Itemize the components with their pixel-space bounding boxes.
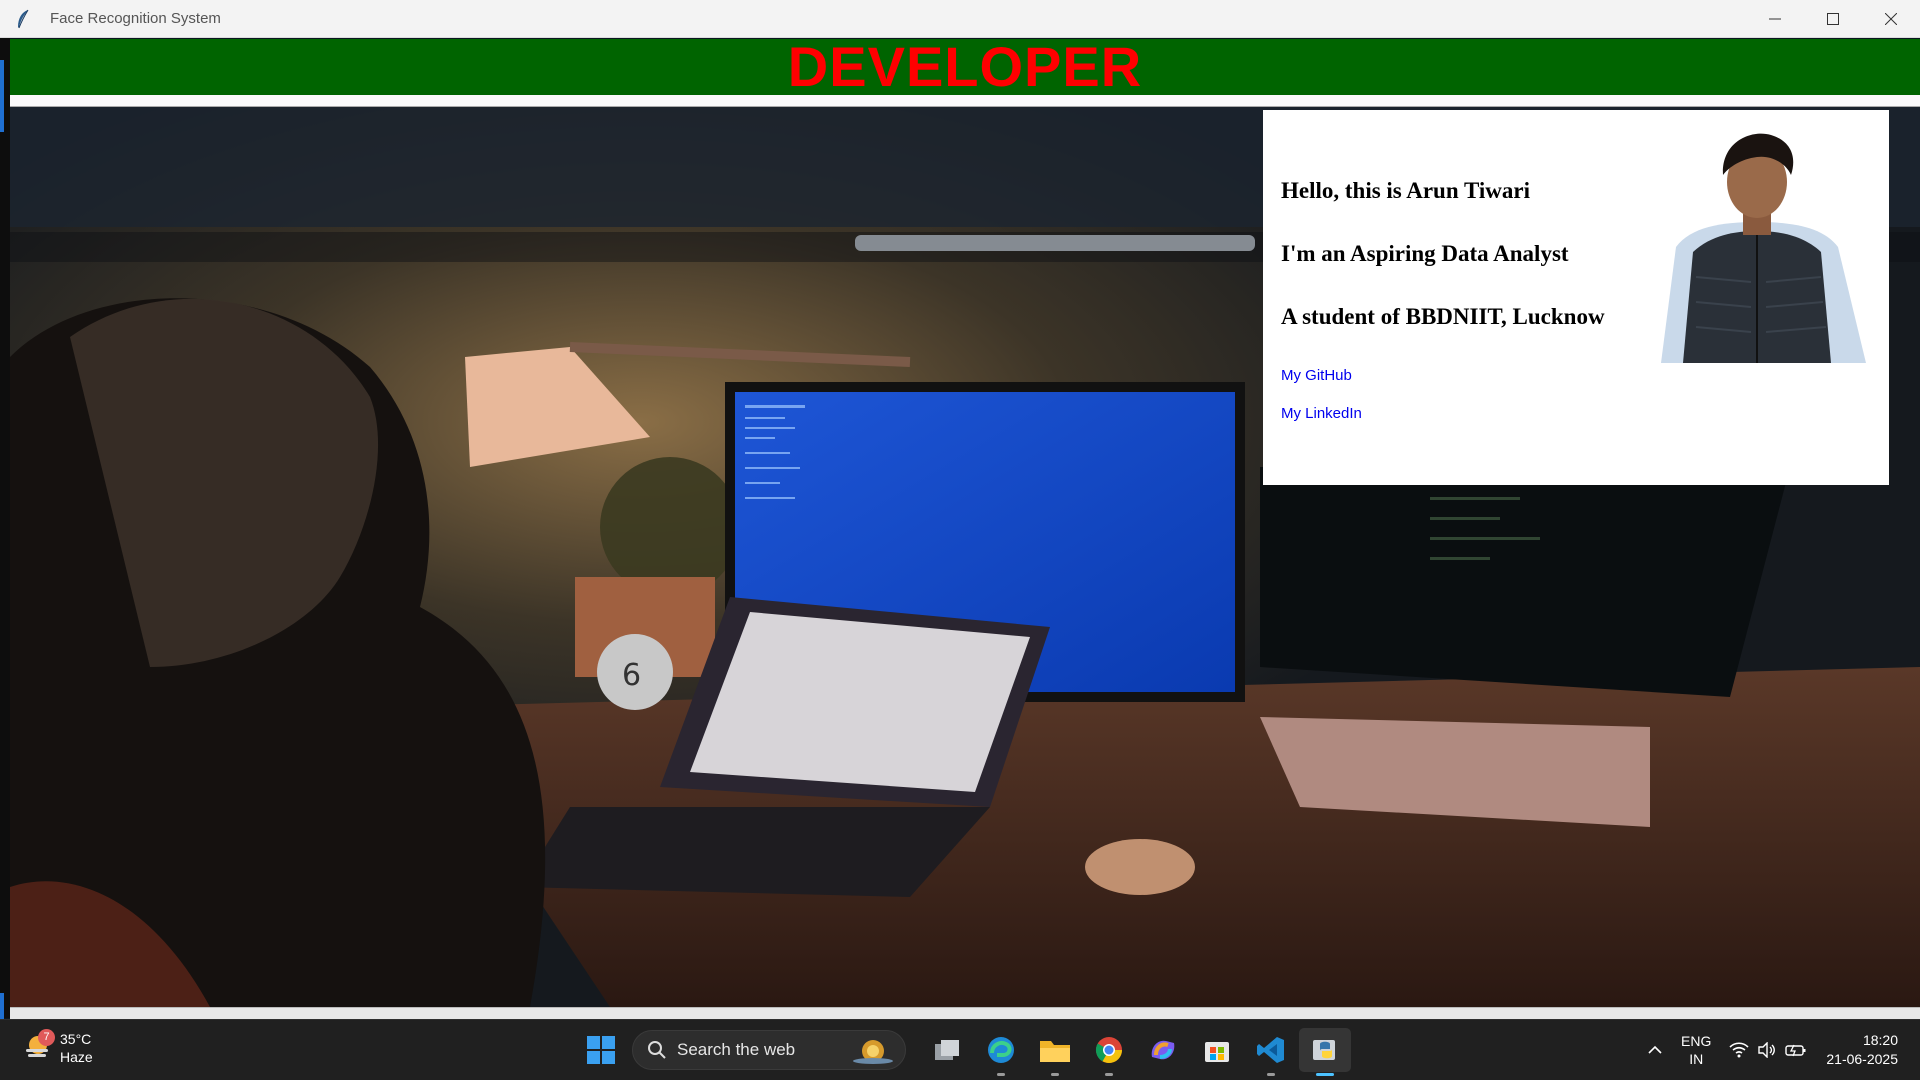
page-title: DEVELOPER: [787, 35, 1143, 98]
edge-icon: [988, 1037, 1014, 1063]
linkedin-link[interactable]: My LinkedIn: [1281, 405, 1362, 422]
task-view-button[interactable]: [921, 1028, 973, 1072]
battery-icon: [1785, 1044, 1806, 1057]
taskbar-clock[interactable]: 18:20 21-06-2025: [1826, 1031, 1898, 1069]
weather-widget[interactable]: 7 35°C Haze: [22, 1028, 93, 1066]
taskbar: 7 35°C Haze Search the web ENG IN 18:20 …: [0, 1019, 1920, 1080]
file-explorer-icon: [1040, 1041, 1070, 1062]
minimize-button[interactable]: [1746, 0, 1804, 38]
weather-condition: Haze: [60, 1049, 93, 1065]
search-placeholder: Search the web: [677, 1040, 796, 1059]
intro-role: I'm an Aspiring Data Analyst: [1281, 241, 1569, 266]
feather-icon: [16, 9, 46, 29]
clock-time: 18:20: [1862, 1032, 1898, 1048]
svg-text:6: 6: [622, 658, 641, 693]
search-highlight-icon: [853, 1040, 893, 1064]
chevron-up-icon: [1648, 1045, 1662, 1054]
store-button[interactable]: [1191, 1028, 1243, 1072]
maximize-icon: [1827, 13, 1839, 25]
chrome-button[interactable]: [1083, 1028, 1135, 1076]
left-window-edge: [0, 38, 10, 1023]
copilot-button[interactable]: [1137, 1028, 1189, 1072]
language-indicator[interactable]: ENG IN: [1681, 1032, 1711, 1068]
bottom-divider: [10, 1007, 1920, 1019]
network-volume-battery-group[interactable]: [1729, 1042, 1807, 1058]
volume-icon: [1758, 1042, 1776, 1058]
weather-icon: 7: [22, 1028, 55, 1066]
minimize-icon: [1769, 18, 1781, 20]
chrome-icon: [1095, 1037, 1123, 1064]
window-titlebar: Face Recognition System: [0, 0, 1920, 38]
developer-info-card: Hello, this is Arun Tiwari I'm an Aspiri…: [1263, 110, 1889, 485]
store-icon: [1205, 1042, 1229, 1062]
copilot-icon: [1151, 1040, 1175, 1060]
wifi-icon: [1729, 1042, 1749, 1058]
intro-name: Hello, this is Arun Tiwari: [1281, 178, 1531, 203]
edge-button[interactable]: [975, 1028, 1027, 1076]
vscode-button[interactable]: [1245, 1028, 1297, 1076]
language-region: IN: [1689, 1051, 1704, 1067]
language-code: ENG: [1681, 1033, 1712, 1049]
search-icon: [648, 1041, 666, 1059]
task-view-icon: [935, 1040, 959, 1060]
weather-badge: 7: [38, 1028, 55, 1046]
vscode-icon: [1257, 1037, 1284, 1063]
github-link[interactable]: My GitHub: [1281, 367, 1352, 384]
header-bar: DEVELOPER: [10, 39, 1920, 95]
maximize-button[interactable]: [1804, 0, 1862, 38]
windows-icon: [587, 1036, 615, 1064]
python-icon: [1313, 1040, 1335, 1060]
intro-college: A student of BBDNIIT, Lucknow: [1281, 304, 1605, 329]
show-hidden-icons-button[interactable]: [1647, 1045, 1663, 1055]
taskbar-search[interactable]: Search the web: [632, 1030, 906, 1070]
window-title: Face Recognition System: [50, 10, 221, 27]
python-app-button[interactable]: [1299, 1028, 1351, 1076]
file-explorer-button[interactable]: [1029, 1028, 1081, 1076]
close-button[interactable]: [1862, 0, 1920, 38]
clock-date: 21-06-2025: [1826, 1051, 1898, 1067]
header-divider: [10, 95, 1920, 107]
profile-photo: [1641, 127, 1873, 363]
weather-temp: 35°C: [60, 1031, 92, 1047]
start-button[interactable]: [580, 1029, 622, 1071]
close-icon: [1885, 13, 1897, 25]
